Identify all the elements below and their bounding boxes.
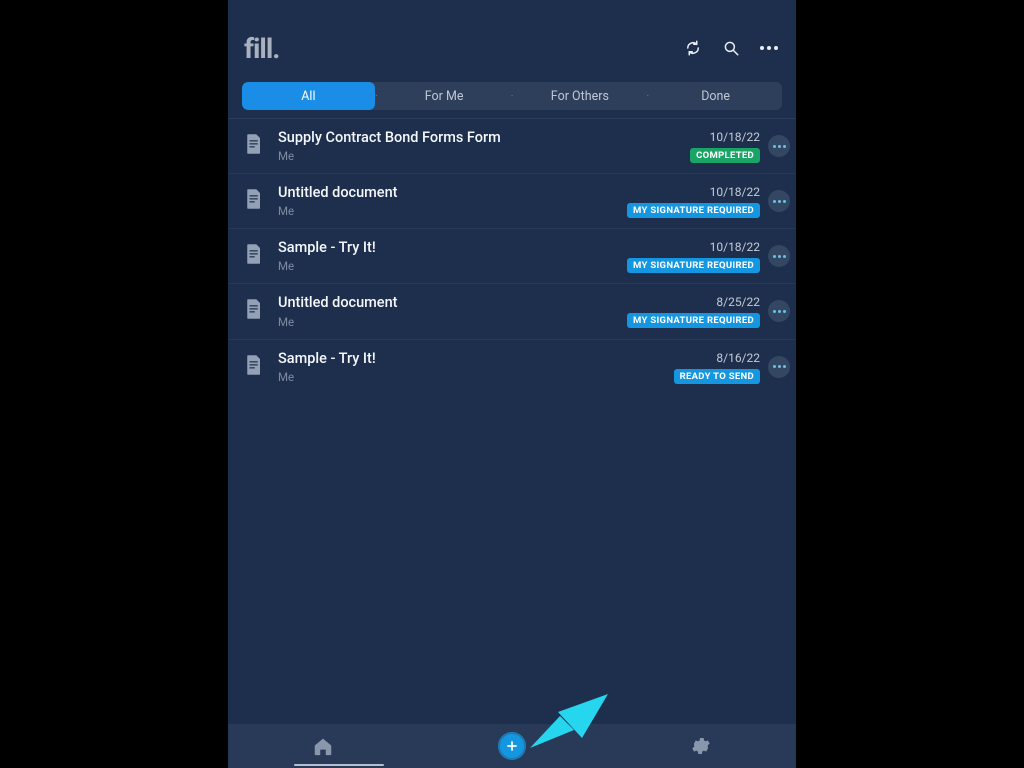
doc-title: Untitled document <box>278 294 617 312</box>
doc-owner: Me <box>278 315 617 329</box>
document-icon <box>240 350 268 376</box>
doc-date: 8/25/22 <box>716 295 760 309</box>
doc-owner: Me <box>278 204 617 218</box>
header: fill. <box>228 0 796 74</box>
doc-title: Sample - Try It! <box>278 350 664 368</box>
doc-date: 8/16/22 <box>716 351 760 365</box>
list-item[interactable]: Supply Contract Bond Forms Form Me 10/18… <box>228 118 796 173</box>
doc-title: Sample - Try It! <box>278 239 617 257</box>
list-item[interactable]: Untitled document Me 8/25/22 MY SIGNATUR… <box>228 283 796 338</box>
doc-title: Untitled document <box>278 184 617 202</box>
settings-icon[interactable] <box>666 727 736 765</box>
row-more-icon[interactable] <box>768 356 790 378</box>
doc-owner: Me <box>278 259 617 273</box>
row-more-icon[interactable] <box>768 190 790 212</box>
tab-for-others[interactable]: For Others <box>514 82 647 110</box>
document-icon <box>240 129 268 155</box>
add-button[interactable] <box>477 727 547 765</box>
tab-for-me[interactable]: For Me <box>378 82 511 110</box>
document-icon <box>240 294 268 320</box>
row-more-icon[interactable] <box>768 300 790 322</box>
doc-owner: Me <box>278 370 664 384</box>
app-frame: fill. All · For Me · For Others · Done <box>228 0 796 768</box>
document-list: Supply Contract Bond Forms Form Me 10/18… <box>228 114 796 724</box>
app-logo: fill. <box>244 32 279 65</box>
sync-icon[interactable] <box>682 37 704 59</box>
row-more-icon[interactable] <box>768 135 790 157</box>
status-badge: COMPLETED <box>690 148 760 163</box>
list-item[interactable]: Sample - Try It! Me 10/18/22 MY SIGNATUR… <box>228 228 796 283</box>
status-badge: MY SIGNATURE REQUIRED <box>627 203 760 218</box>
document-icon <box>240 184 268 210</box>
list-item[interactable]: Sample - Try It! Me 8/16/22 READY TO SEN… <box>228 339 796 394</box>
doc-date: 10/18/22 <box>710 240 760 254</box>
nav-indicator <box>294 764 384 766</box>
status-badge: MY SIGNATURE REQUIRED <box>627 313 760 328</box>
tab-done[interactable]: Done <box>649 82 782 110</box>
tab-all[interactable]: All <box>242 82 375 110</box>
status-badge: MY SIGNATURE REQUIRED <box>627 258 760 273</box>
document-icon <box>240 239 268 265</box>
status-badge: READY TO SEND <box>674 369 760 384</box>
doc-owner: Me <box>278 149 680 163</box>
doc-date: 10/18/22 <box>710 130 760 144</box>
filter-tabs: All · For Me · For Others · Done <box>242 82 782 110</box>
home-icon[interactable] <box>288 727 358 765</box>
more-icon[interactable] <box>758 37 780 59</box>
row-more-icon[interactable] <box>768 245 790 267</box>
doc-date: 10/18/22 <box>710 185 760 199</box>
doc-title: Supply Contract Bond Forms Form <box>278 129 680 147</box>
list-item[interactable]: Untitled document Me 10/18/22 MY SIGNATU… <box>228 173 796 228</box>
bottom-nav <box>228 724 796 768</box>
search-icon[interactable] <box>720 37 742 59</box>
header-actions <box>682 37 780 59</box>
plus-icon[interactable] <box>498 732 526 760</box>
